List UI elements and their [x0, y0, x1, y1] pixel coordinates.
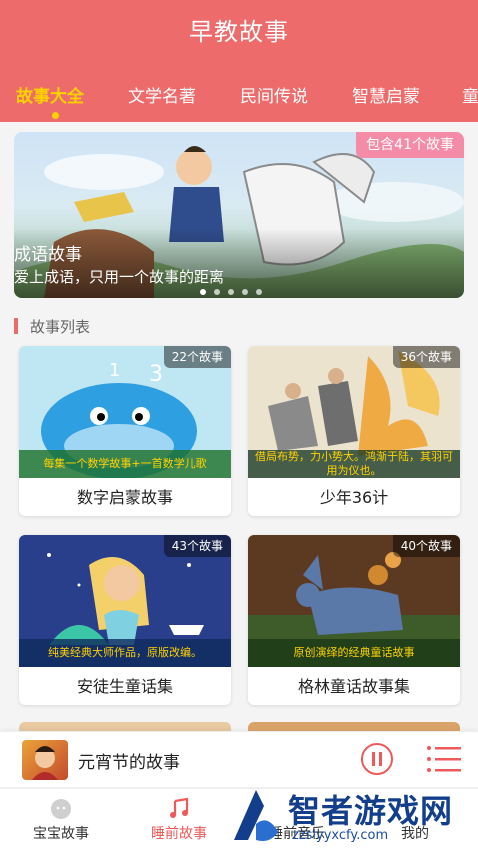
story-count-badge: 43个故事 — [163, 535, 231, 557]
nav-label: 睡前故事 — [151, 826, 207, 842]
pagination-dot[interactable] — [228, 289, 234, 295]
mini-player[interactable]: 元宵节的故事 — [0, 731, 478, 787]
card-caption: 纯美经典大师作品，原版改编。 — [48, 646, 202, 659]
story-count-badge: 22个故事 — [163, 346, 231, 368]
pause-icon[interactable] — [360, 742, 394, 776]
card-caption: 借局布势，力小势大。鸿渐于陆，其羽可用为仪也。 — [255, 450, 453, 477]
story-card-math[interactable]: 3 1 22个故事 每集一个数学故事+一首数学儿歌 数字启蒙故事 — [19, 346, 231, 516]
active-tab-indicator — [52, 112, 59, 119]
banner-title: 成语故事 — [14, 245, 82, 265]
nav-bedtime-stories[interactable]: 睡前故事 — [124, 789, 234, 850]
watermark-text: 智者游戏网 — [288, 792, 454, 830]
pagination-dot[interactable] — [242, 289, 248, 295]
tab-wisdom[interactable]: 智慧启蒙 — [352, 82, 420, 107]
story-card-strategy[interactable]: 36个故事 借局布势，力小势大。鸿渐于陆，其羽可用为仪也。 少年36计 — [248, 346, 460, 516]
story-count-badge: 36个故事 — [392, 346, 460, 368]
pagination-dot[interactable] — [256, 289, 262, 295]
tab-folklore[interactable]: 民间传说 — [240, 82, 308, 107]
story-card-grimm[interactable]: 40个故事 原创演绎的经典童话故事 格林童话故事集 — [248, 535, 460, 705]
svg-text:3: 3 — [149, 362, 163, 387]
baby-icon — [51, 799, 71, 819]
card-title: 数字启蒙故事 — [76, 488, 173, 507]
story-count-badge: 40个故事 — [392, 535, 460, 557]
section-title: 故事列表 — [30, 318, 91, 336]
banner-subtitle: 爱上成语，只用一个故事的距离 — [14, 268, 225, 286]
nav-baby-stories[interactable]: 宝宝故事 — [6, 789, 116, 850]
now-playing-title: 元宵节的故事 — [78, 753, 180, 773]
app-header: 早教故事 故事大全 文学名著 民间传说 智慧启蒙 童 — [0, 0, 478, 122]
pagination-dot[interactable] — [214, 289, 220, 295]
card-caption: 每集一个数学故事+一首数学儿歌 — [43, 457, 207, 470]
card-title: 格林童话故事集 — [297, 677, 410, 696]
story-card-andersen[interactable]: 43个故事 纯美经典大师作品，原版改编。 安徒生童话集 — [19, 535, 231, 705]
card-caption: 原创演绎的经典童话故事 — [293, 646, 415, 659]
category-tabs: 故事大全 文学名著 民间传说 智慧启蒙 童 — [0, 82, 478, 107]
section-accent-bar — [14, 318, 18, 334]
player-cover — [22, 740, 68, 780]
story-count-badge: 包含41个故事 — [356, 132, 464, 158]
tab-all-stories[interactable]: 故事大全 — [16, 82, 84, 107]
card-title: 安徒生童话集 — [76, 677, 173, 696]
site-watermark: 智者游戏网 zzslyyxcfy.com — [226, 782, 478, 850]
svg-text:1: 1 — [109, 360, 120, 381]
nav-label: 宝宝故事 — [33, 826, 89, 842]
tab-fairy-tales[interactable]: 童 — [462, 82, 478, 107]
watermark-logo-icon — [234, 790, 278, 841]
music-note-icon — [170, 797, 189, 818]
tab-literature[interactable]: 文学名著 — [128, 82, 196, 107]
banner-pagination — [200, 289, 264, 295]
watermark-url: zzslyyxcfy.com — [292, 828, 389, 843]
card-title: 少年36计 — [319, 488, 389, 507]
app-title: 早教故事 — [189, 18, 289, 46]
playlist-icon[interactable] — [424, 744, 464, 774]
pagination-dot[interactable] — [200, 289, 206, 295]
